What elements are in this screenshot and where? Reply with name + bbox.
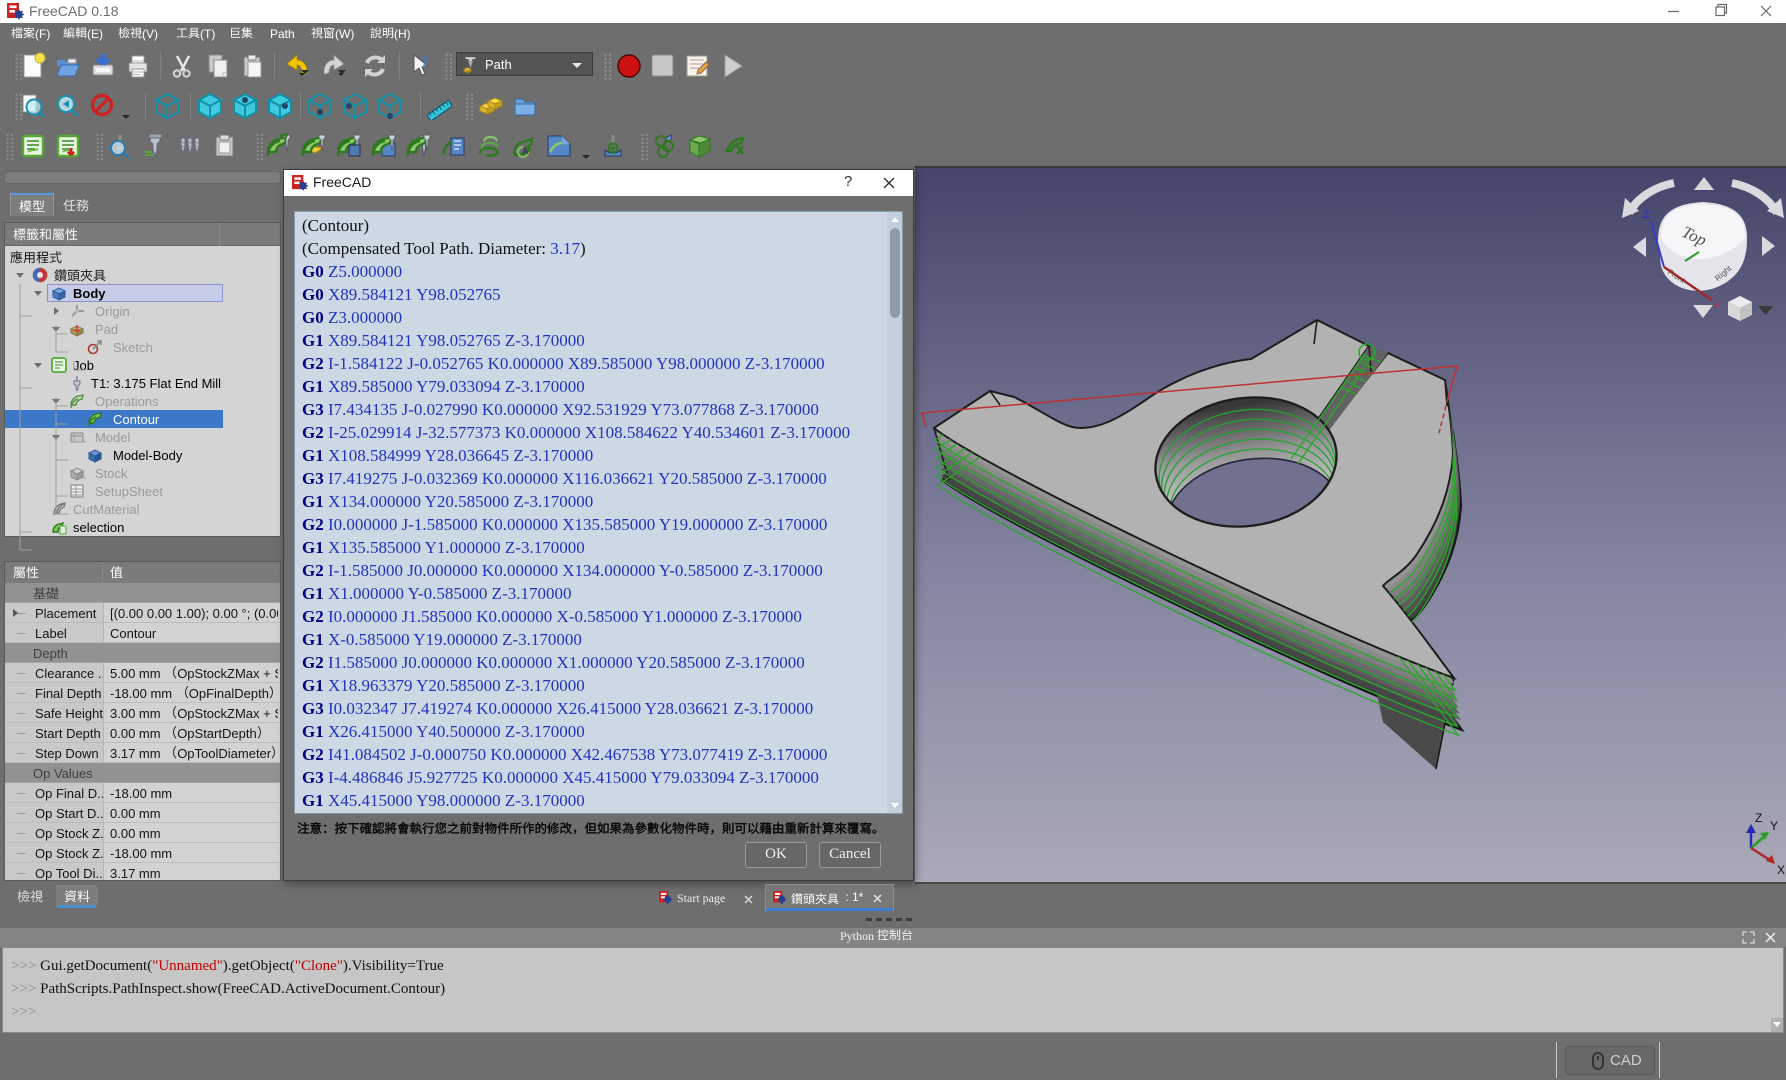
svg-text:Z: Z bbox=[1643, 209, 1650, 221]
svg-text:A: A bbox=[522, 146, 529, 156]
svg-text:x: x bbox=[1714, 299, 1720, 311]
svg-text:X: X bbox=[1777, 863, 1785, 877]
svg-text:Y: Y bbox=[1770, 819, 1778, 833]
svg-text:?: ? bbox=[421, 54, 429, 71]
svg-text:Z: Z bbox=[1755, 811, 1762, 825]
